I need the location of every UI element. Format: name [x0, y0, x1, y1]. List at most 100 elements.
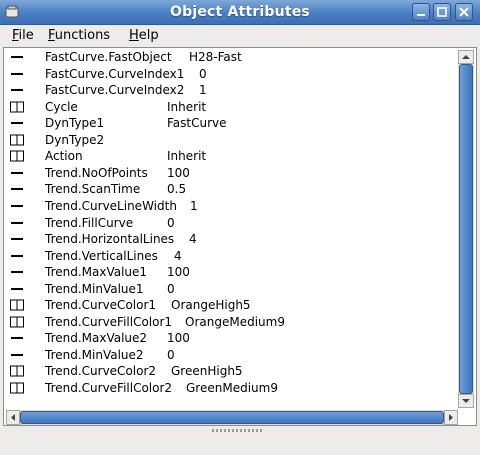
minimize-button[interactable]: [412, 3, 430, 21]
attribute-row[interactable]: Trend.MinValue2 0: [4, 347, 459, 363]
book-icon[interactable]: [10, 299, 24, 311]
arrow-up-icon: [462, 55, 470, 59]
attribute-icon[interactable]: [10, 183, 24, 195]
attribute-value: OrangeHigh5: [171, 298, 251, 313]
attribute-name: FastCurve.FastObject: [45, 50, 172, 64]
attribute-name: Trend.CurveFillColor2: [45, 381, 173, 395]
menu-file[interactable]: File: [12, 28, 34, 43]
horizontal-scroll-thumb[interactable]: [20, 411, 444, 424]
scroll-up-button[interactable]: [458, 50, 474, 64]
book-icon[interactable]: [10, 101, 24, 113]
attribute-row[interactable]: Trend.NoOfPoints 100: [4, 165, 459, 181]
attribute-name: Trend.CurveColor2: [45, 364, 157, 379]
attribute-name: Trend.VerticalLines: [45, 248, 158, 263]
book-icon[interactable]: [10, 316, 24, 328]
menu-functions[interactable]: Functions: [48, 28, 110, 43]
attribute-row[interactable]: Trend.CurveColor1 OrangeHigh5: [4, 297, 459, 313]
attribute-name: Trend.MinValue1: [45, 281, 144, 296]
attribute-value: GreenMedium9: [186, 381, 278, 395]
arrow-left-icon: [11, 414, 15, 421]
attribute-icon[interactable]: [10, 332, 24, 344]
attribute-name: Trend.NoOfPoints: [45, 165, 148, 180]
title-bar[interactable]: Object Attributes: [0, 0, 480, 25]
attribute-name: Trend.CurveFillColor1: [45, 314, 173, 329]
attribute-name: Trend.ScanTime: [45, 182, 141, 197]
book-icon[interactable]: [10, 365, 24, 377]
close-icon: [459, 7, 469, 17]
book-icon[interactable]: [10, 150, 24, 162]
window-title: Object Attributes: [170, 4, 310, 20]
attribute-row[interactable]: DynType2: [4, 132, 459, 148]
vertical-scroll-thumb[interactable]: [459, 64, 473, 394]
attribute-icon[interactable]: [10, 283, 24, 295]
attribute-value: 4: [189, 232, 197, 247]
attribute-name: Trend.MaxValue1: [45, 265, 148, 280]
vertical-scrollbar[interactable]: [458, 50, 474, 408]
attribute-icon[interactable]: [10, 349, 24, 361]
scroll-left-button[interactable]: [6, 410, 20, 425]
attribute-row[interactable]: Trend.MinValue1 0: [4, 281, 459, 297]
attribute-icon[interactable]: [10, 233, 24, 245]
resize-grip[interactable]: [212, 429, 262, 432]
attribute-row[interactable]: Trend.CurveFillColor2 GreenMedium9: [4, 380, 459, 396]
attribute-value: 0.5: [167, 182, 187, 197]
attribute-name: Trend.CurveColor1: [45, 298, 157, 313]
attribute-icon[interactable]: [10, 200, 24, 212]
attribute-value: 1: [190, 198, 198, 213]
attribute-row[interactable]: FastCurve.CurveIndex2 1: [4, 82, 459, 98]
attribute-row[interactable]: Trend.MaxValue1 100: [4, 264, 459, 280]
attribute-row[interactable]: Action Inherit: [4, 148, 459, 164]
attribute-name: FastCurve.CurveIndex2: [45, 83, 185, 98]
close-button[interactable]: [455, 3, 473, 21]
attribute-name: Cycle: [45, 99, 78, 114]
attribute-row[interactable]: FastCurve.CurveIndex1 0: [4, 66, 459, 82]
attribute-icon[interactable]: [10, 167, 24, 179]
attribute-row[interactable]: Trend.ScanTime 0.5: [4, 181, 459, 197]
attribute-value: OrangeMedium9: [185, 314, 285, 329]
menu-help[interactable]: Help: [129, 28, 159, 43]
attribute-value: 0: [167, 281, 175, 296]
book-icon[interactable]: [10, 382, 24, 394]
attribute-value: 100: [167, 331, 190, 346]
attribute-name: FastCurve.CurveIndex1: [45, 66, 185, 81]
attribute-row[interactable]: Trend.CurveColor2 GreenHigh5: [4, 363, 459, 379]
attribute-row[interactable]: Trend.CurveFillColor1 OrangeMedium9: [4, 314, 459, 330]
attribute-value: 0: [167, 215, 175, 230]
arrow-right-icon: [449, 414, 453, 421]
scroll-right-button[interactable]: [444, 410, 458, 425]
attribute-name: DynType2: [45, 132, 105, 147]
attribute-row[interactable]: Trend.CurveLineWidth 1: [4, 198, 459, 214]
attribute-row[interactable]: FastCurve.FastObject H28-Fast: [4, 49, 459, 65]
attribute-value: 0: [199, 66, 207, 81]
attribute-row[interactable]: DynType1 FastCurve: [4, 115, 459, 131]
attribute-icon[interactable]: [10, 117, 24, 129]
arrow-down-icon: [462, 399, 470, 403]
attribute-value: H28-Fast: [189, 50, 242, 64]
attribute-row[interactable]: Trend.MaxValue2 100: [4, 330, 459, 346]
horizontal-scrollbar[interactable]: [6, 410, 458, 425]
attribute-value: 100: [167, 265, 190, 280]
maximize-button[interactable]: [433, 3, 451, 21]
attribute-name: Trend.MaxValue2: [45, 331, 148, 346]
attribute-row[interactable]: Trend.FillCurve 0: [4, 215, 459, 231]
scroll-down-button[interactable]: [458, 394, 474, 408]
attribute-name: DynType1: [45, 116, 105, 131]
attribute-name: Action: [45, 149, 83, 164]
attribute-icon[interactable]: [10, 68, 24, 80]
attribute-row[interactable]: Cycle Inherit: [4, 99, 459, 115]
book-icon[interactable]: [10, 134, 24, 146]
attribute-icon[interactable]: [10, 266, 24, 278]
attribute-icon[interactable]: [10, 217, 24, 229]
attribute-row[interactable]: Trend.HorizontalLines 4: [4, 231, 459, 247]
attribute-value: 0: [167, 347, 175, 362]
attribute-list[interactable]: FastCurve.FastObject H28-Fast FastCurve.Cu…: [3, 47, 477, 426]
maximize-icon: [437, 7, 447, 17]
attribute-icon[interactable]: [10, 51, 24, 63]
attribute-icon[interactable]: [10, 84, 24, 96]
attribute-name: Trend.CurveLineWidth: [45, 198, 177, 213]
attribute-value: Inherit: [167, 99, 207, 114]
attribute-value: GreenHigh5: [171, 364, 243, 379]
attribute-icon[interactable]: [10, 250, 24, 262]
attribute-row[interactable]: Trend.VerticalLines 4: [4, 248, 459, 264]
attribute-name: Trend.HorizontalLines: [45, 232, 175, 247]
